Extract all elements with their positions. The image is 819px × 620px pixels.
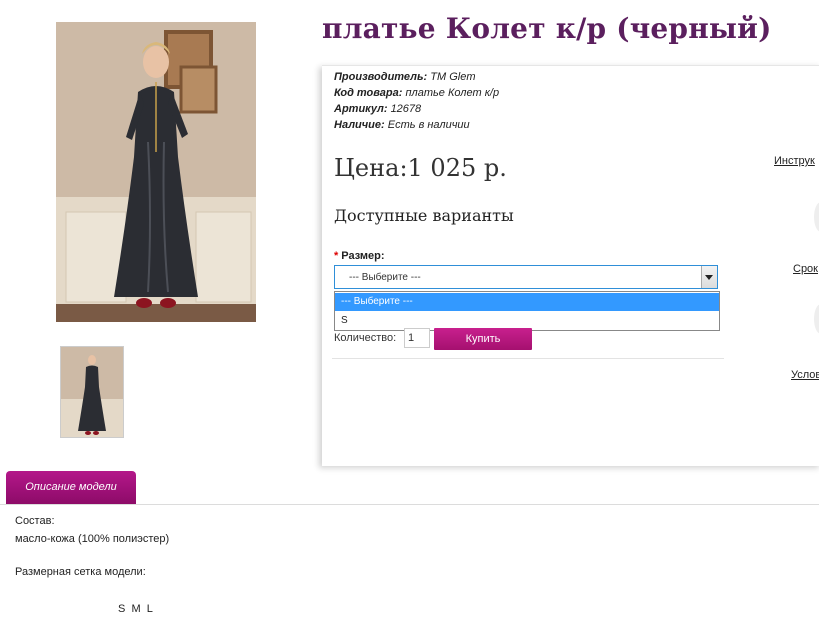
product-info-panel: Производитель: TM Glem Код товара: плать… [322, 65, 819, 466]
tab-description[interactable]: Описание модели [6, 471, 136, 504]
dress-photo [56, 22, 256, 322]
divider [332, 358, 724, 359]
stock-value: Есть в наличии [387, 119, 470, 131]
quantity-input[interactable] [404, 328, 430, 348]
required-mark: * [334, 250, 339, 262]
dress-thumbnail [61, 347, 123, 437]
product-code-label: Код товара: [334, 87, 403, 99]
product-thumbnail[interactable] [60, 346, 124, 438]
stock-row: Наличие: Есть в наличии [334, 118, 470, 133]
size-select-value: --- Выберите --- [349, 272, 421, 283]
composition-value: масло-кожа (100% полиэстер) [15, 533, 170, 545]
buy-button[interactable]: Купить [434, 328, 532, 350]
instructions-link[interactable]: Инструк [774, 155, 815, 167]
quantity-label: Количество: [334, 332, 397, 344]
product-code-row: Код товара: платье Колет к/р [334, 86, 499, 101]
size-label-text: Размер: [341, 250, 385, 262]
sku-value: 12678 [390, 103, 422, 115]
variants-heading: Доступные варианты [334, 206, 514, 225]
product-price: Цена:1 025 р. [334, 154, 507, 182]
size-option-placeholder[interactable]: --- Выберите --- [335, 293, 719, 311]
sku-label: Артикул: [334, 103, 388, 115]
conditions-link[interactable]: Услов [791, 369, 819, 381]
product-main-photo[interactable] [56, 22, 256, 322]
instructions-icon [814, 202, 819, 232]
size-chart-sizes: S M L [118, 603, 153, 615]
terms-link[interactable]: Срок [793, 263, 818, 275]
size-select[interactable]: --- Выберите --- [334, 265, 718, 289]
composition-label: Состав: [15, 515, 55, 527]
manufacturer-row: Производитель: TM Glem [334, 70, 476, 85]
terms-icon [814, 304, 819, 334]
dropdown-arrow-icon[interactable] [701, 266, 717, 288]
tab-underline [0, 504, 819, 505]
size-dropdown-list: --- Выберите --- S [334, 291, 720, 331]
manufacturer-value: TM Glem [430, 71, 476, 83]
size-chart-label: Размерная сетка модели: [15, 566, 146, 578]
sku-row: Артикул: 12678 [334, 102, 421, 117]
product-code-value: платье Колет к/р [405, 87, 500, 99]
product-title: платье Колет к/р (черный) [322, 12, 772, 45]
size-label: * Размер: [334, 250, 385, 262]
manufacturer-label: Производитель: [334, 71, 428, 83]
stock-label: Наличие: [334, 119, 385, 131]
